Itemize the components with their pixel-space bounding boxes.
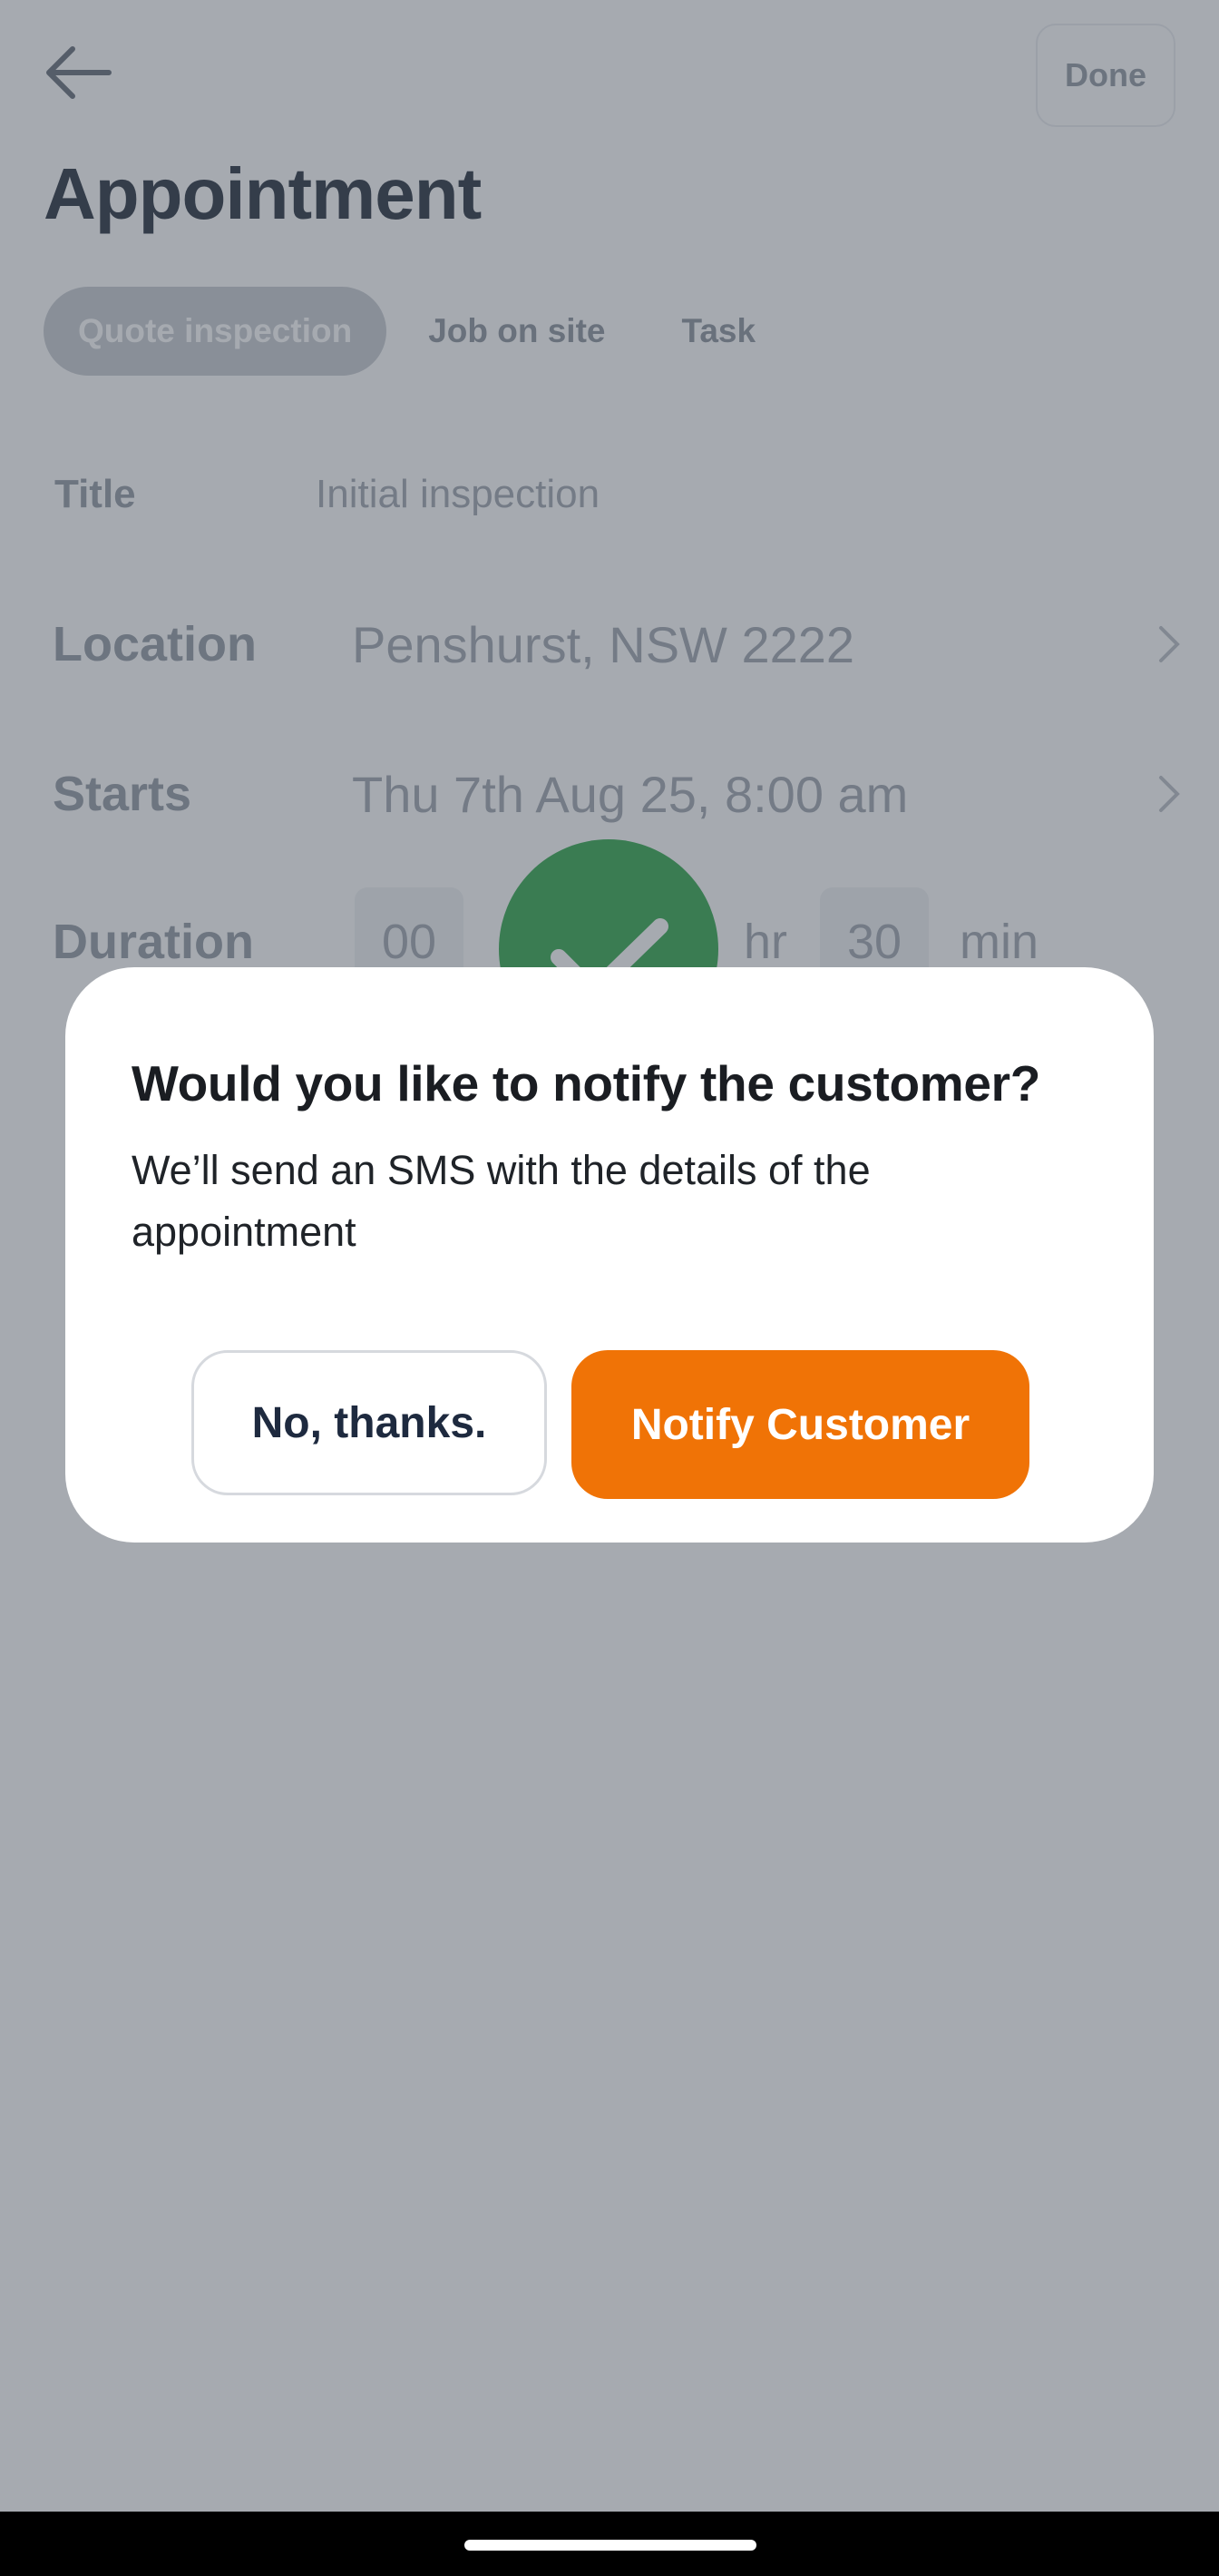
notify-customer-dialog: Would you like to notify the customer? W… <box>65 967 1154 1543</box>
no-thanks-button[interactable]: No, thanks. <box>191 1350 547 1495</box>
home-indicator[interactable] <box>464 2540 756 2551</box>
notify-customer-button[interactable]: Notify Customer <box>571 1350 1029 1499</box>
dialog-message: We’ll send an SMS with the details of th… <box>132 1147 871 1255</box>
appointment-screen: Done Appointment Quote inspection Job on… <box>0 0 1219 2512</box>
dialog-title: Would you like to notify the customer? <box>132 1055 1041 1112</box>
